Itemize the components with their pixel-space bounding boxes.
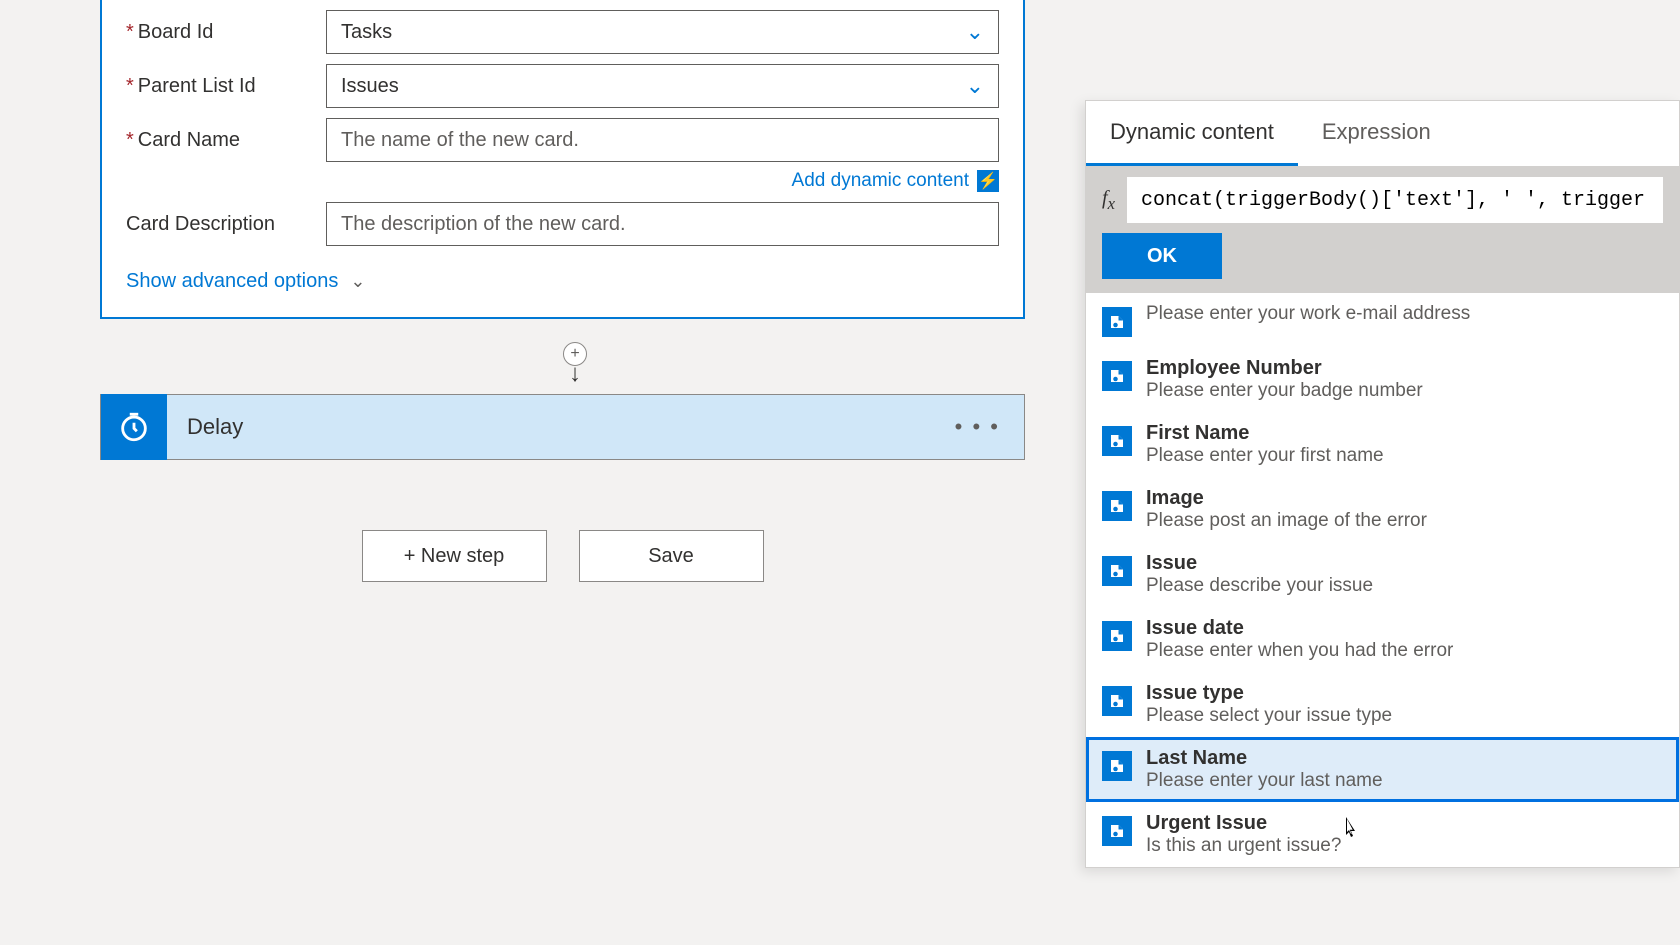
dynamic-content-icon[interactable]: ⚡ — [977, 170, 999, 192]
item-title: Issue type — [1146, 682, 1663, 705]
row-card-description: Card Description The description of the … — [126, 202, 999, 246]
add-dynamic-content-row: Add dynamic content ⚡ — [126, 170, 999, 192]
item-title: Image — [1146, 487, 1663, 510]
expression-row: fx concat(triggerBody()['text'], ' ', tr… — [1086, 167, 1679, 233]
dynamic-content-item[interactable]: IssuePlease describe your issue — [1086, 542, 1679, 607]
item-text: EmailPlease enter your work e-mail addre… — [1146, 303, 1663, 325]
form-field-icon — [1102, 686, 1132, 716]
row-parent-list: *Parent List Id Issues ⌄ — [126, 64, 999, 108]
advanced-options-toggle[interactable]: Show advanced options ⌄ — [126, 270, 999, 293]
delay-title: Delay — [187, 414, 243, 440]
dynamic-content-item[interactable]: ImagePlease post an image of the error — [1086, 477, 1679, 542]
item-description: Please select your issue type — [1146, 705, 1663, 727]
dynamic-content-panel: Dynamic content Expression fx concat(tri… — [1085, 100, 1680, 868]
row-card-name: *Card Name The name of the new card. — [126, 118, 999, 162]
form-field-icon — [1102, 621, 1132, 651]
item-title: Employee Number — [1146, 357, 1663, 380]
flow-connector: + ↓ — [560, 342, 590, 392]
new-step-button[interactable]: + New step — [362, 530, 547, 582]
ok-button[interactable]: OK — [1102, 233, 1222, 279]
item-text: ImagePlease post an image of the error — [1146, 487, 1663, 532]
item-description: Please describe your issue — [1146, 575, 1663, 597]
item-text: Issue typePlease select your issue type — [1146, 682, 1663, 727]
form-field-icon — [1102, 491, 1132, 521]
save-button[interactable]: Save — [579, 530, 764, 582]
more-menu-icon[interactable]: • • • — [955, 414, 1000, 440]
row-board-id: *Board Id Tasks ⌄ — [126, 10, 999, 54]
item-text: First NamePlease enter your first name — [1146, 422, 1663, 467]
delay-action-card[interactable]: Delay • • • — [100, 394, 1025, 460]
label-card-description: Card Description — [126, 213, 326, 236]
create-card-form: *Board Id Tasks ⌄ *Parent List Id Issues… — [100, 0, 1025, 319]
dynamic-content-item[interactable]: First NamePlease enter your first name — [1086, 412, 1679, 477]
label-card-name: *Card Name — [126, 129, 326, 152]
select-board-id[interactable]: Tasks ⌄ — [326, 10, 999, 54]
chevron-down-icon: ⌄ — [350, 271, 365, 292]
arrow-down-icon: ↓ — [569, 366, 581, 383]
item-text: Urgent IssueIs this an urgent issue? — [1146, 812, 1663, 857]
form-field-icon — [1102, 816, 1132, 846]
item-description: Is this an urgent issue? — [1146, 835, 1663, 857]
chevron-down-icon: ⌄ — [966, 19, 984, 45]
tab-dynamic-content[interactable]: Dynamic content — [1086, 101, 1298, 166]
form-field-icon — [1102, 426, 1132, 456]
select-parent-list[interactable]: Issues ⌄ — [326, 64, 999, 108]
input-card-name[interactable]: The name of the new card. — [326, 118, 999, 162]
form-field-icon — [1102, 556, 1132, 586]
item-description: Please enter your first name — [1146, 445, 1663, 467]
dynamic-content-item[interactable]: Issue datePlease enter when you had the … — [1086, 607, 1679, 672]
delay-icon — [101, 394, 167, 460]
item-title: Urgent Issue — [1146, 812, 1663, 835]
dynamic-content-item[interactable]: Employee NumberPlease enter your badge n… — [1086, 347, 1679, 412]
dynamic-content-item[interactable]: Urgent IssueIs this an urgent issue? — [1086, 802, 1679, 867]
tab-expression[interactable]: Expression — [1298, 101, 1455, 166]
item-description: Please enter your badge number — [1146, 380, 1663, 402]
item-text: Issue datePlease enter when you had the … — [1146, 617, 1663, 662]
item-text: Employee NumberPlease enter your badge n… — [1146, 357, 1663, 402]
item-description: Please enter your last name — [1146, 770, 1663, 792]
expression-input[interactable]: concat(triggerBody()['text'], ' ', trigg… — [1127, 177, 1663, 223]
item-description: Please enter your work e-mail address — [1146, 303, 1663, 325]
item-title: First Name — [1146, 422, 1663, 445]
dynamic-content-list[interactable]: EmailPlease enter your work e-mail addre… — [1086, 293, 1679, 867]
label-board-id: *Board Id — [126, 21, 326, 44]
form-field-icon — [1102, 307, 1132, 337]
item-text: Last NamePlease enter your last name — [1146, 747, 1663, 792]
chevron-down-icon: ⌄ — [966, 73, 984, 99]
dynamic-content-item[interactable]: EmailPlease enter your work e-mail addre… — [1086, 293, 1679, 347]
form-field-icon — [1102, 751, 1132, 781]
ok-row: OK — [1086, 233, 1679, 293]
item-description: Please post an image of the error — [1146, 510, 1663, 532]
fx-icon: fx — [1102, 187, 1115, 214]
flow-actions-row: + New step Save — [100, 530, 1025, 582]
input-card-description[interactable]: The description of the new card. — [326, 202, 999, 246]
label-parent-list: *Parent List Id — [126, 75, 326, 98]
item-text: IssuePlease describe your issue — [1146, 552, 1663, 597]
item-title: Issue date — [1146, 617, 1663, 640]
dynamic-content-item[interactable]: Issue typePlease select your issue type — [1086, 672, 1679, 737]
item-title: Issue — [1146, 552, 1663, 575]
form-field-icon — [1102, 361, 1132, 391]
dynamic-content-item[interactable]: Last NamePlease enter your last name — [1086, 737, 1679, 802]
item-description: Please enter when you had the error — [1146, 640, 1663, 662]
item-title: Last Name — [1146, 747, 1663, 770]
panel-tabs: Dynamic content Expression — [1086, 101, 1679, 167]
add-dynamic-content-link[interactable]: Add dynamic content — [792, 170, 969, 192]
